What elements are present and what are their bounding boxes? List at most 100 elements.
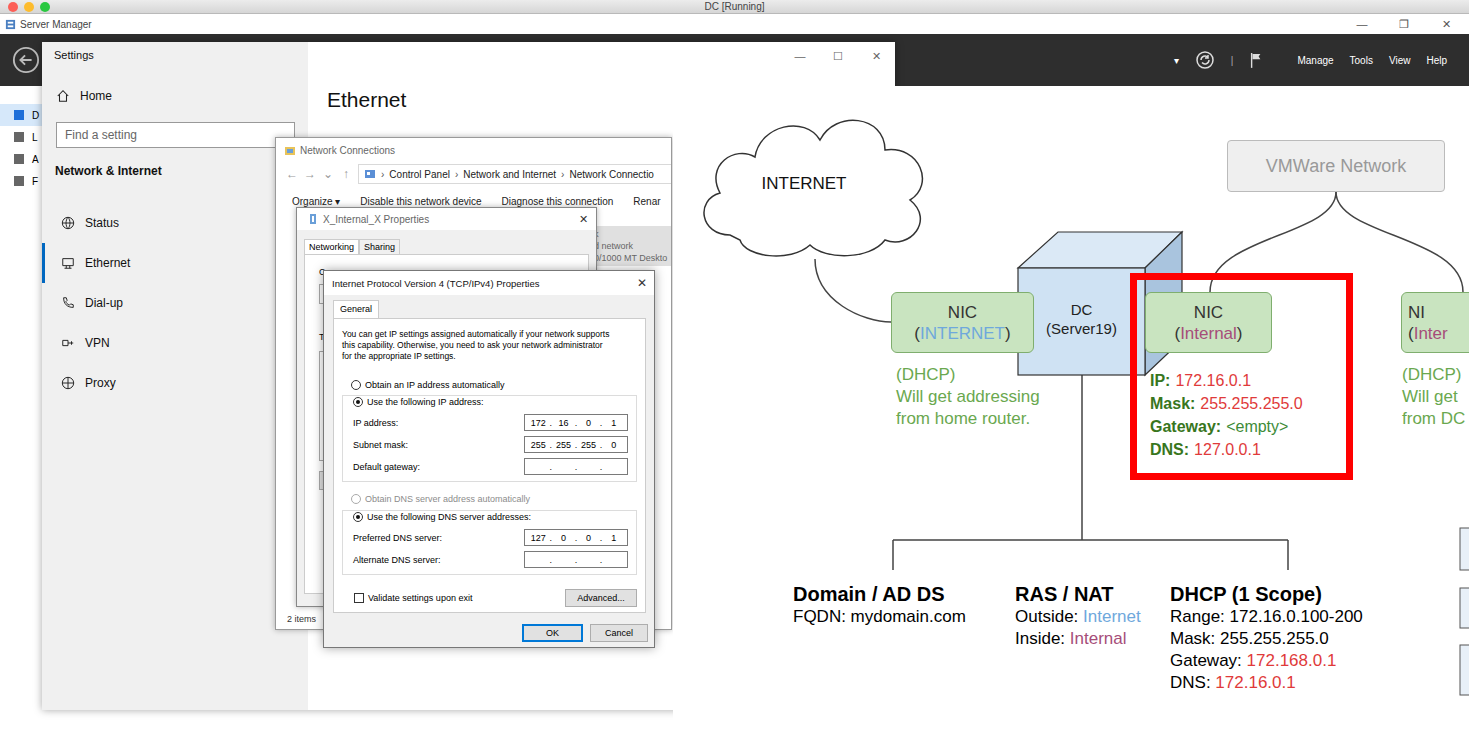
breadcrumb[interactable]: Network Connectio <box>569 169 653 180</box>
command-button[interactable]: Diagnose this connection <box>502 196 614 207</box>
internet-label: INTERNET <box>729 174 879 194</box>
radio-icon <box>351 494 361 504</box>
settings-sidebar: Settings Home Find a setting Network & Inte… <box>42 42 308 710</box>
host-title: DC [Running] <box>704 0 764 13</box>
caption-button[interactable]: ✕ <box>857 50 895 63</box>
home-link[interactable]: Home <box>42 85 308 107</box>
sidebar-item[interactable]: A <box>0 148 42 170</box>
network-diagram: INTERNETVMWare NetworkDC(Server19)NIC(IN… <box>673 86 1469 739</box>
ip-address-input[interactable]: ... <box>524 458 628 475</box>
nav-item-icon <box>61 336 75 350</box>
cancel-button[interactable]: Cancel <box>590 624 648 642</box>
ok-button[interactable]: OK <box>522 624 583 642</box>
nic-note: (DHCP)Will get addressingfrom home route… <box>896 364 1040 430</box>
adapter-item[interactable]: kd network0/1000 MT Deskto <box>590 226 672 266</box>
back-arrow-icon[interactable] <box>12 46 40 74</box>
nav-button[interactable]: ⌄ <box>322 167 334 181</box>
nic-node: NIC(INTERNET) <box>891 292 1034 353</box>
sidebar-item[interactable]: D <box>0 104 42 126</box>
adapter-icon <box>307 213 319 225</box>
settings-search[interactable]: Find a setting <box>56 122 295 148</box>
ip-address-input[interactable]: 255.255.255.0 <box>524 436 628 453</box>
server-manager-menu: ▾|ManageToolsViewHelp <box>1174 50 1447 70</box>
tab[interactable]: Networking <box>304 239 359 254</box>
service-block: Domain / AD DSFQDN: mydomain.com <box>793 582 966 628</box>
nav-button[interactable]: ↑ <box>340 167 352 181</box>
screen: DC [Running]Server Manager—❐✕▾|ManageToo… <box>0 0 1469 739</box>
menu-item[interactable]: Help <box>1426 55 1447 66</box>
vmware-network-node: VMWare Network <box>1227 140 1445 192</box>
settings-nav-item[interactable]: Status <box>39 203 308 243</box>
sidebar-item[interactable]: F <box>0 170 42 192</box>
section-title: Network & Internet <box>42 164 308 182</box>
nav-item-icon <box>61 296 75 310</box>
command-button[interactable]: Disable this network device <box>360 196 481 207</box>
address-row: ← → ⌄ ↑ ›Control Panel›Network and Internet›… <box>276 163 671 185</box>
radio-option[interactable]: Obtain DNS server address automatically <box>342 492 637 506</box>
close-button[interactable]: ✕ <box>637 276 647 290</box>
settings-nav-item[interactable]: VPN <box>39 323 308 363</box>
settings-nav-item[interactable]: Proxy <box>39 363 308 403</box>
nic-details: IP:172.16.0.1Mask:255.255.255.0Gateway:<… <box>1150 369 1303 461</box>
dns-address-input[interactable]: 127.0.0.1 <box>524 529 628 546</box>
menu-item[interactable]: View <box>1389 55 1411 66</box>
menu-item[interactable]: Manage <box>1297 55 1333 66</box>
general-tab[interactable]: General <box>333 300 379 318</box>
radio-icon <box>353 397 363 407</box>
radio-icon <box>351 380 361 390</box>
radio-option[interactable]: Use the following DNS server addresses: <box>353 511 628 523</box>
validate-checkbox[interactable]: Validate settings upon exit <box>354 593 472 603</box>
caption-button[interactable]: ☐ <box>819 50 857 63</box>
close-button[interactable]: ✕ <box>579 213 588 226</box>
nic-node: NI(Inter <box>1401 292 1469 353</box>
refresh-icon[interactable] <box>1195 50 1215 70</box>
dropdown-arrow[interactable]: ▾ <box>1174 55 1179 66</box>
caption-button[interactable]: — <box>1343 18 1381 30</box>
caption-button[interactable]: ❐ <box>1385 18 1423 31</box>
breadcrumb[interactable]: Network and Internet <box>463 169 556 180</box>
nav-item-icon <box>61 256 75 270</box>
settings-nav-item[interactable]: Dial-up <box>39 283 308 323</box>
dns-field-row: Preferred DNS server:127.0.0.1 <box>353 529 628 546</box>
caption-button[interactable]: — <box>781 50 819 62</box>
properties-tabs: NetworkingSharing <box>297 230 596 254</box>
general-panel: You can get IP settings assigned automat… <box>333 318 646 613</box>
network-folder-icon <box>284 145 296 157</box>
radio-option[interactable]: Use the following IP address: <box>353 396 628 408</box>
command-button[interactable]: Organize ▾ <box>292 196 340 207</box>
minimize-light-icon[interactable] <box>24 2 34 12</box>
ip-address-input[interactable]: 172.16.0.1 <box>524 414 628 431</box>
nav-button[interactable]: ← <box>286 167 298 181</box>
settings-title: Settings <box>42 42 308 63</box>
zoom-light-icon[interactable] <box>40 2 50 12</box>
ip-group: Use the following IP address:IP address:… <box>342 395 637 482</box>
close-light-icon[interactable] <box>8 2 18 12</box>
menu-item[interactable]: Tools <box>1350 55 1373 66</box>
server-manager-icon <box>5 19 16 30</box>
nav-button[interactable]: → <box>304 167 316 181</box>
radio-icon <box>353 512 363 522</box>
description: You can get IP settings assigned automat… <box>342 329 637 362</box>
service-block: DHCP (1 Scope)Range: 172.16.0.100-200Mas… <box>1170 582 1363 694</box>
dialog-tabs: General <box>324 295 654 318</box>
sidebar-icon <box>14 110 24 120</box>
caption-button[interactable]: ✕ <box>1427 18 1465 31</box>
panel-footer: Validate settings upon exit Advanced... <box>342 589 637 607</box>
sidebar-icon <box>14 154 24 164</box>
tab[interactable]: Sharing <box>359 239 400 254</box>
sidebar-item[interactable]: L <box>0 126 42 148</box>
dns-address-input[interactable]: ... <box>524 551 628 568</box>
radio-option[interactable]: Obtain an IP address automatically <box>342 379 637 391</box>
flag-icon[interactable] <box>1249 51 1263 69</box>
command-button[interactable]: Renar <box>633 196 660 207</box>
settings-nav-item[interactable]: Ethernet <box>42 243 308 283</box>
dialog-title-bar: Internet Protocol Version 4 (TCP/IPv4) P… <box>324 271 654 295</box>
nav-item-icon <box>61 376 75 390</box>
ipv4-properties-dialog: Internet Protocol Version 4 (TCP/IPv4) P… <box>323 270 655 648</box>
breadcrumb[interactable]: Control Panel <box>389 169 450 180</box>
address-bar[interactable]: ›Control Panel›Network and Internet›Netw… <box>358 164 671 184</box>
network-connections-title-bar: Network Connections <box>276 138 671 163</box>
nic-node: NIC(Internal) <box>1145 292 1272 353</box>
nav-item-icon <box>61 216 75 230</box>
advanced-button[interactable]: Advanced... <box>565 589 637 607</box>
